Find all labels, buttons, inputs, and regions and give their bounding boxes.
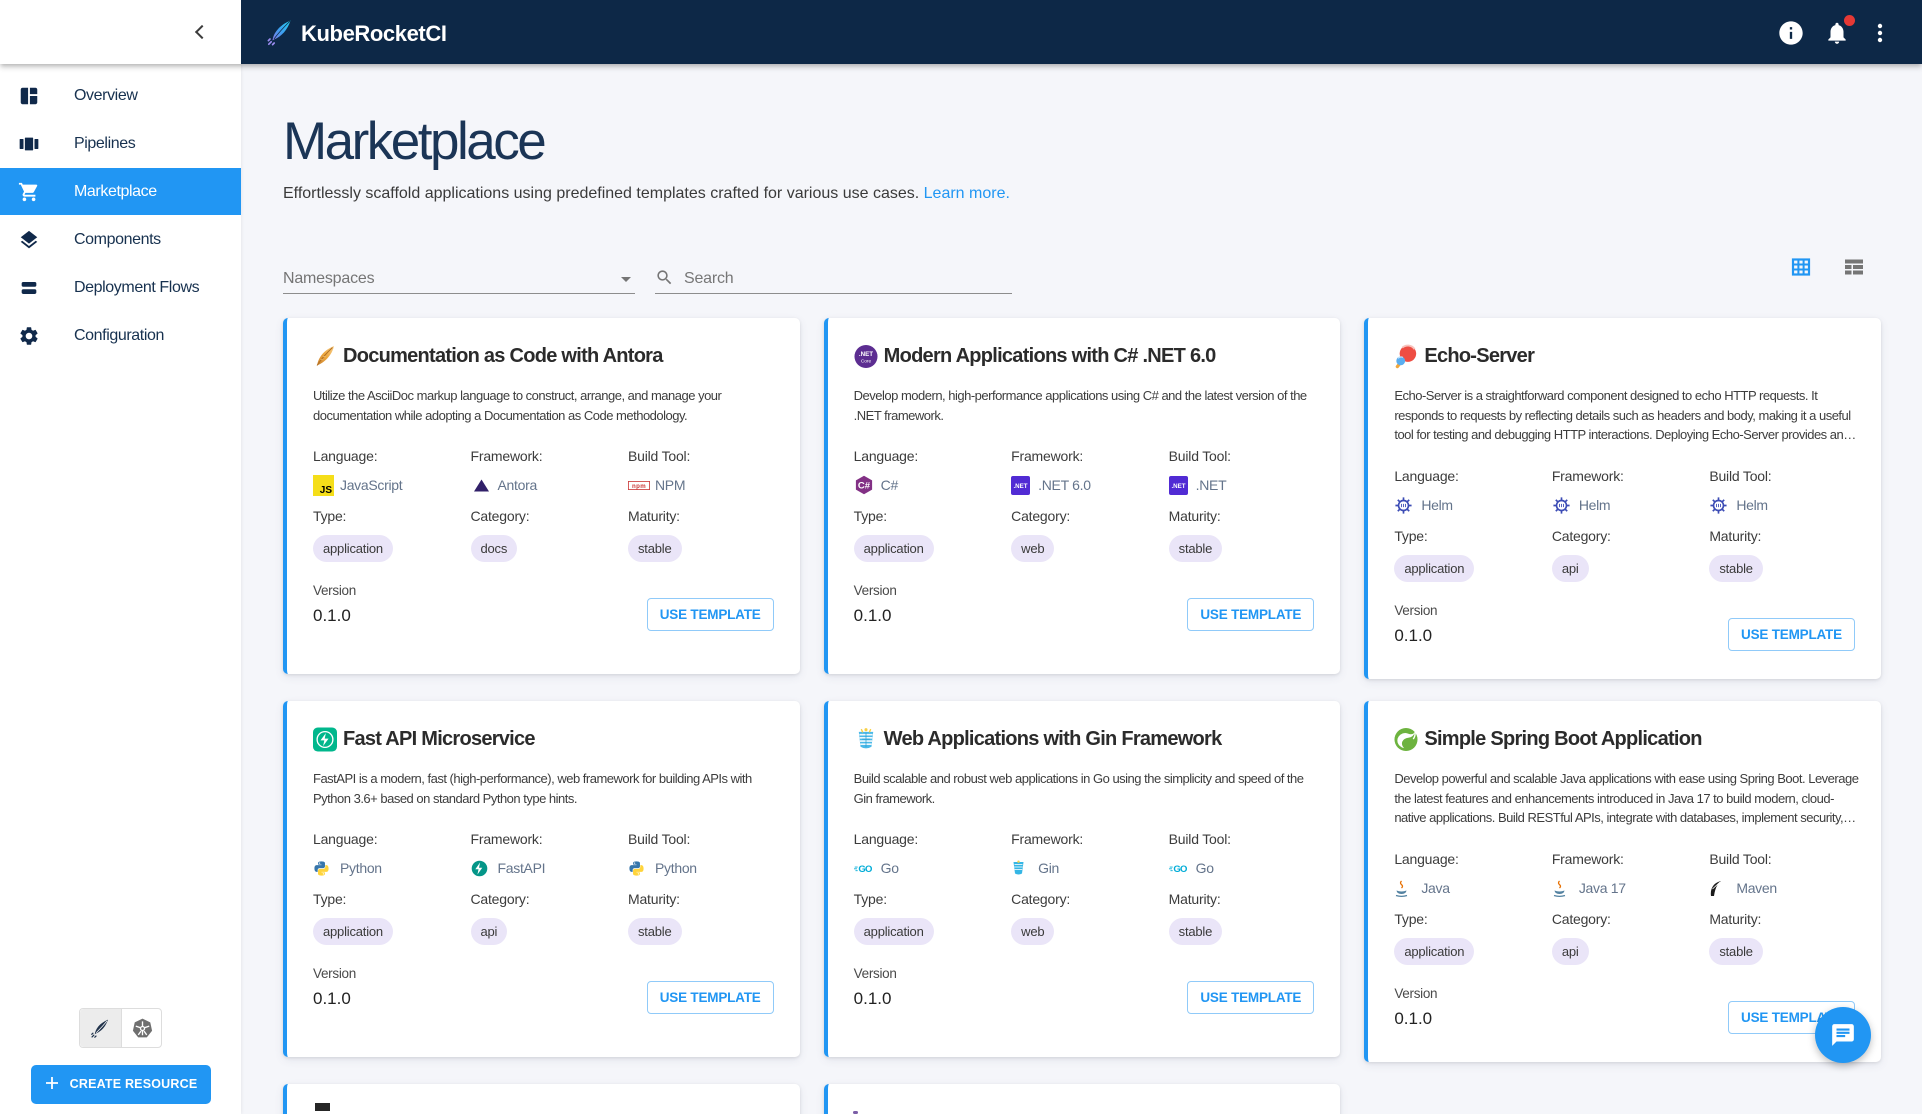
svg-text:C#: C#: [858, 481, 871, 492]
svg-text:npm: npm: [632, 483, 646, 490]
svg-text:JS: JS: [320, 485, 333, 496]
svg-text:GO: GO: [1173, 864, 1187, 874]
svg-text:.NET: .NET: [859, 351, 873, 358]
svg-text:Core: Core: [860, 358, 871, 364]
svg-text:.NET: .NET: [1014, 483, 1028, 490]
svg-text:GO: GO: [858, 864, 872, 874]
svg-text:.NET: .NET: [1171, 483, 1185, 490]
